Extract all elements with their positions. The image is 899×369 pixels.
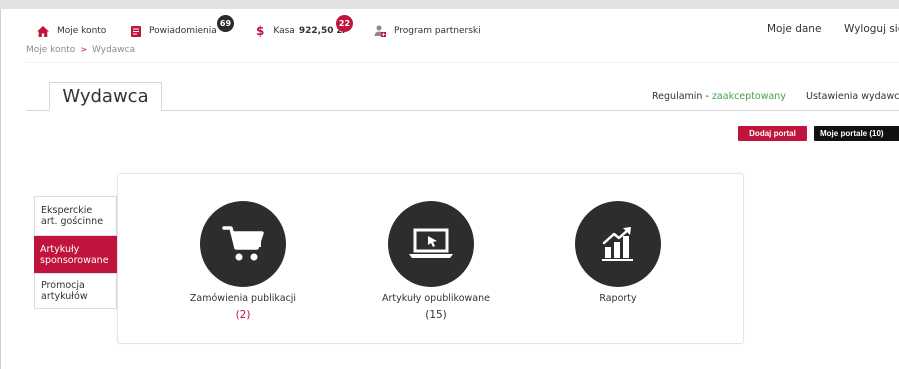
regulations-status: Regulamin - zaakceptowany: [652, 91, 786, 102]
tile-label: Artykuły opublikowane: [382, 293, 490, 304]
laptop-cursor-icon: [388, 201, 474, 287]
tile-count: (2): [235, 309, 251, 321]
nav-notifications[interactable]: Powiadomienia: [131, 23, 217, 39]
sidebar-item-sponsored-articles[interactable]: Artykuły sponsorowane: [34, 236, 123, 273]
sidebar-item-line: sponsorowane: [40, 254, 109, 266]
sidebar-item-line: art. gościnne: [41, 216, 104, 227]
chart-growth-icon: [575, 201, 661, 287]
sidebar-item-article-promotion[interactable]: Promocja artykułów: [34, 273, 117, 309]
nav-my-account[interactable]: Moje konto: [37, 23, 106, 39]
nav-notifications-label: Powiadomienia: [149, 26, 217, 36]
sidebar-item-line: Promocja: [41, 280, 85, 291]
breadcrumb-current: Wydawca: [92, 45, 136, 55]
nav-cash[interactable]: $ Kasa 922,50 zł: [256, 23, 345, 39]
sidebar-item-expert-guest-articles[interactable]: Eksperckie art. gościnne: [34, 196, 117, 236]
my-data-link[interactable]: Moje dane: [767, 23, 821, 35]
tile-count: (15): [425, 309, 447, 321]
page-frame: Moje konto Powiadomienia 69 $ Kasa 922,5…: [0, 9, 899, 369]
partner-program-icon: [374, 25, 386, 37]
tile-published-articles[interactable]: Artykuły opublikowane (15): [336, 174, 536, 345]
nav-cash-label: Kasa: [273, 26, 295, 36]
nav-partner-program[interactable]: Program partnerski: [374, 23, 481, 39]
publisher-settings-link[interactable]: Ustawienia wydawcy: [806, 91, 899, 102]
top-navigation: Moje konto Powiadomienia 69 $ Kasa 922,5…: [1, 9, 899, 49]
my-portals-button[interactable]: Moje portale (10): [814, 126, 899, 141]
add-portal-button[interactable]: Dodaj portal: [738, 126, 807, 141]
regulations-accepted-link[interactable]: zaakceptowany: [712, 91, 786, 102]
logout-link[interactable]: Wyloguj się: [844, 23, 899, 35]
home-icon: [37, 25, 49, 37]
nav-my-account-label: Moje konto: [57, 26, 107, 36]
sidebar-item-line: Eksperckie: [41, 205, 93, 216]
tile-label: Zamówienia publikacji: [189, 293, 297, 304]
cash-badge: 22: [336, 15, 353, 32]
regulations-label: Regulamin -: [652, 91, 709, 102]
tile-reports[interactable]: Raporty: [518, 174, 718, 345]
breadcrumb: Moje konto > Wydawca: [26, 45, 135, 55]
dashboard-panel: Zamówienia publikacji (2) Artykuły opubl…: [117, 173, 744, 344]
tab-publisher[interactable]: Wydawca: [49, 82, 162, 111]
nav-partner-program-label: Program partnerski: [394, 26, 481, 36]
shopping-cart-icon: [200, 201, 286, 287]
sidebar-item-line: Artykuły: [40, 243, 80, 255]
sidebar-item-label: Promocja artykułów: [41, 280, 88, 302]
tile-label: Raporty: [599, 293, 637, 304]
tile-publication-orders[interactable]: Zamówienia publikacji (2): [143, 174, 343, 345]
divider: [26, 62, 899, 63]
dollar-icon: $: [256, 24, 265, 38]
notifications-icon: [131, 25, 141, 37]
sidebar-item-line: artykułów: [41, 291, 88, 302]
notifications-badge: 69: [217, 15, 234, 32]
breadcrumb-root[interactable]: Moje konto: [26, 45, 75, 55]
breadcrumb-separator: >: [80, 45, 88, 54]
sidebar-item-label: Artykuły sponsorowane: [40, 244, 109, 266]
sidebar-item-label: Eksperckie art. gościnne: [41, 205, 103, 227]
